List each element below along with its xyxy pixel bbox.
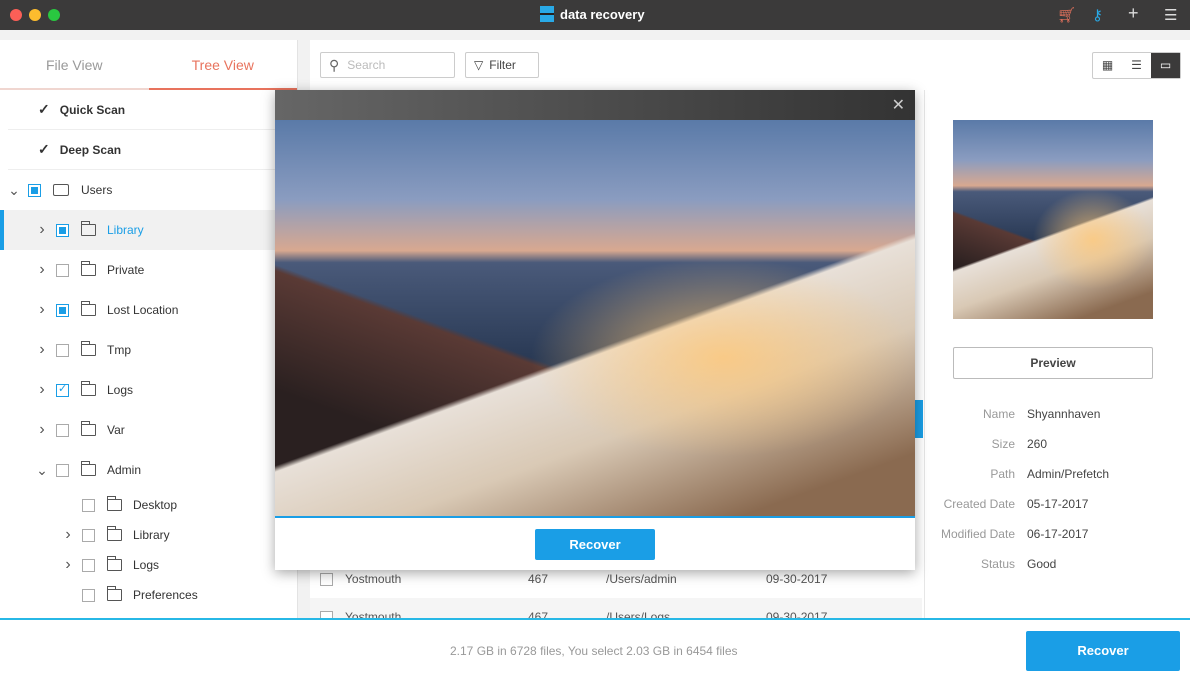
maximize-window-button[interactable] [48, 9, 60, 21]
checkbox[interactable] [82, 558, 95, 572]
app-logo [540, 6, 554, 22]
close-icon[interactable]: ✕ [892, 95, 905, 115]
folder-icon [81, 421, 96, 436]
tree-item[interactable]: ⌄ Admin [0, 450, 297, 490]
folder-icon [81, 341, 96, 356]
property-row: Path Admin/Prefetch [990, 467, 1110, 481]
filter-button[interactable]: ▽ Filter [465, 52, 539, 78]
tree-item[interactable]: › Var [0, 410, 297, 450]
key-icon[interactable]: ⚷ [1092, 6, 1103, 24]
check-circle-icon: ✓ [38, 101, 50, 117]
recover-button[interactable]: Recover [1026, 631, 1180, 671]
app-title: data recovery [560, 6, 645, 22]
chevron-icon[interactable]: › [32, 301, 52, 319]
checkbox[interactable] [56, 423, 69, 437]
checkbox[interactable] [82, 528, 95, 542]
property-row: Size 260 [991, 437, 1048, 451]
tree-item[interactable]: ›Logs [0, 370, 297, 410]
checkbox[interactable] [56, 343, 69, 357]
folder-icon [107, 496, 122, 511]
folder-icon [81, 301, 96, 316]
preview-thumbnail [953, 120, 1153, 319]
chevron-icon[interactable]: › [58, 526, 78, 544]
preview-view-button[interactable]: ▭ [1151, 53, 1180, 78]
checkbox[interactable] [82, 498, 95, 512]
tree-item[interactable]: › Library [0, 520, 297, 550]
checkbox[interactable] [56, 263, 69, 277]
search-input[interactable]: ⚲ Search [320, 52, 455, 78]
property-row: Name Shyannhaven [982, 407, 1101, 421]
tab-file-view[interactable]: File View [0, 40, 149, 88]
grid-view-button[interactable]: ▦ [1093, 53, 1122, 78]
chevron-icon[interactable]: ⌄ [4, 182, 24, 199]
preview-button[interactable]: Preview [953, 347, 1153, 379]
tree-item[interactable]: › Tmp [0, 330, 297, 370]
scan-1[interactable]: ✓ Deep Scan [8, 130, 297, 170]
chevron-icon[interactable]: › [32, 421, 52, 439]
modal-recover-button[interactable]: Recover [535, 529, 655, 560]
folder-icon [81, 381, 96, 396]
minimize-window-button[interactable] [29, 9, 41, 21]
folder-icon [107, 526, 122, 541]
folder-icon [81, 261, 96, 276]
menu-icon[interactable]: ☰ [1164, 6, 1177, 24]
sidebar: File View Tree View ✓ Quick Scan ✓ Deep Sca… [0, 40, 298, 620]
chevron-icon[interactable]: ⌄ [32, 462, 52, 479]
tree-item[interactable]: Desktop [0, 490, 297, 520]
cart-icon[interactable]: 🛒︎ [1057, 6, 1076, 24]
chevron-icon[interactable]: › [32, 381, 52, 399]
preview-image [275, 120, 915, 518]
checkbox[interactable] [56, 382, 69, 397]
footer: 2.17 GB in 6728 files, You select 2.03 G… [0, 618, 1190, 680]
tree-item[interactable]: › Private [0, 250, 297, 290]
title-bar: data recovery 🛒︎ ⚷ + ☰ [0, 0, 1190, 30]
tree-item[interactable]: › Library [0, 210, 297, 250]
scrollbar-thumb[interactable] [915, 400, 923, 438]
chevron-icon[interactable]: › [58, 556, 78, 574]
tab-tree-view[interactable]: Tree View [148, 40, 297, 90]
checkbox[interactable] [56, 463, 69, 477]
scan-0[interactable]: ✓ Quick Scan [8, 90, 297, 130]
tree-item[interactable]: ›Logs [0, 550, 297, 580]
property-row: Created Date 05-17-2017 [943, 497, 1089, 511]
tree-item[interactable]: ⌄ Users [0, 170, 297, 210]
checkbox[interactable] [56, 303, 69, 317]
checkbox[interactable] [82, 588, 95, 602]
tree-item[interactable]: › Lost Location [0, 290, 297, 330]
preview-modal: ✕ Recover [275, 90, 915, 570]
search-icon: ⚲ [329, 56, 340, 73]
checkbox[interactable] [320, 572, 333, 586]
check-circle-icon: ✓ [38, 141, 50, 157]
checkbox[interactable] [28, 183, 41, 197]
chevron-icon[interactable]: › [32, 341, 52, 359]
property-row: Status Good [980, 557, 1057, 571]
drive-icon [53, 184, 69, 196]
filter-icon: ▽ [474, 58, 484, 72]
property-row: Modified Date 06-17-2017 [940, 527, 1089, 541]
folder-icon [81, 461, 96, 476]
chevron-icon[interactable]: › [32, 261, 52, 279]
folder-icon [107, 556, 122, 571]
folder-icon [107, 586, 122, 601]
detail-panel: Preview Name Shyannhaven Size 260 Path Admin/… [924, 90, 1190, 620]
close-window-button[interactable] [10, 9, 22, 21]
checkbox[interactable] [56, 223, 69, 237]
status-text: 2.17 GB in 6728 files, You select 2.03 G… [450, 644, 738, 658]
chevron-icon[interactable]: › [32, 221, 52, 239]
list-view-button[interactable]: ☰ [1122, 53, 1151, 78]
folder-icon [81, 221, 96, 236]
plus-icon[interactable]: + [1128, 3, 1139, 24]
tree-item[interactable]: Preferences [0, 580, 297, 610]
